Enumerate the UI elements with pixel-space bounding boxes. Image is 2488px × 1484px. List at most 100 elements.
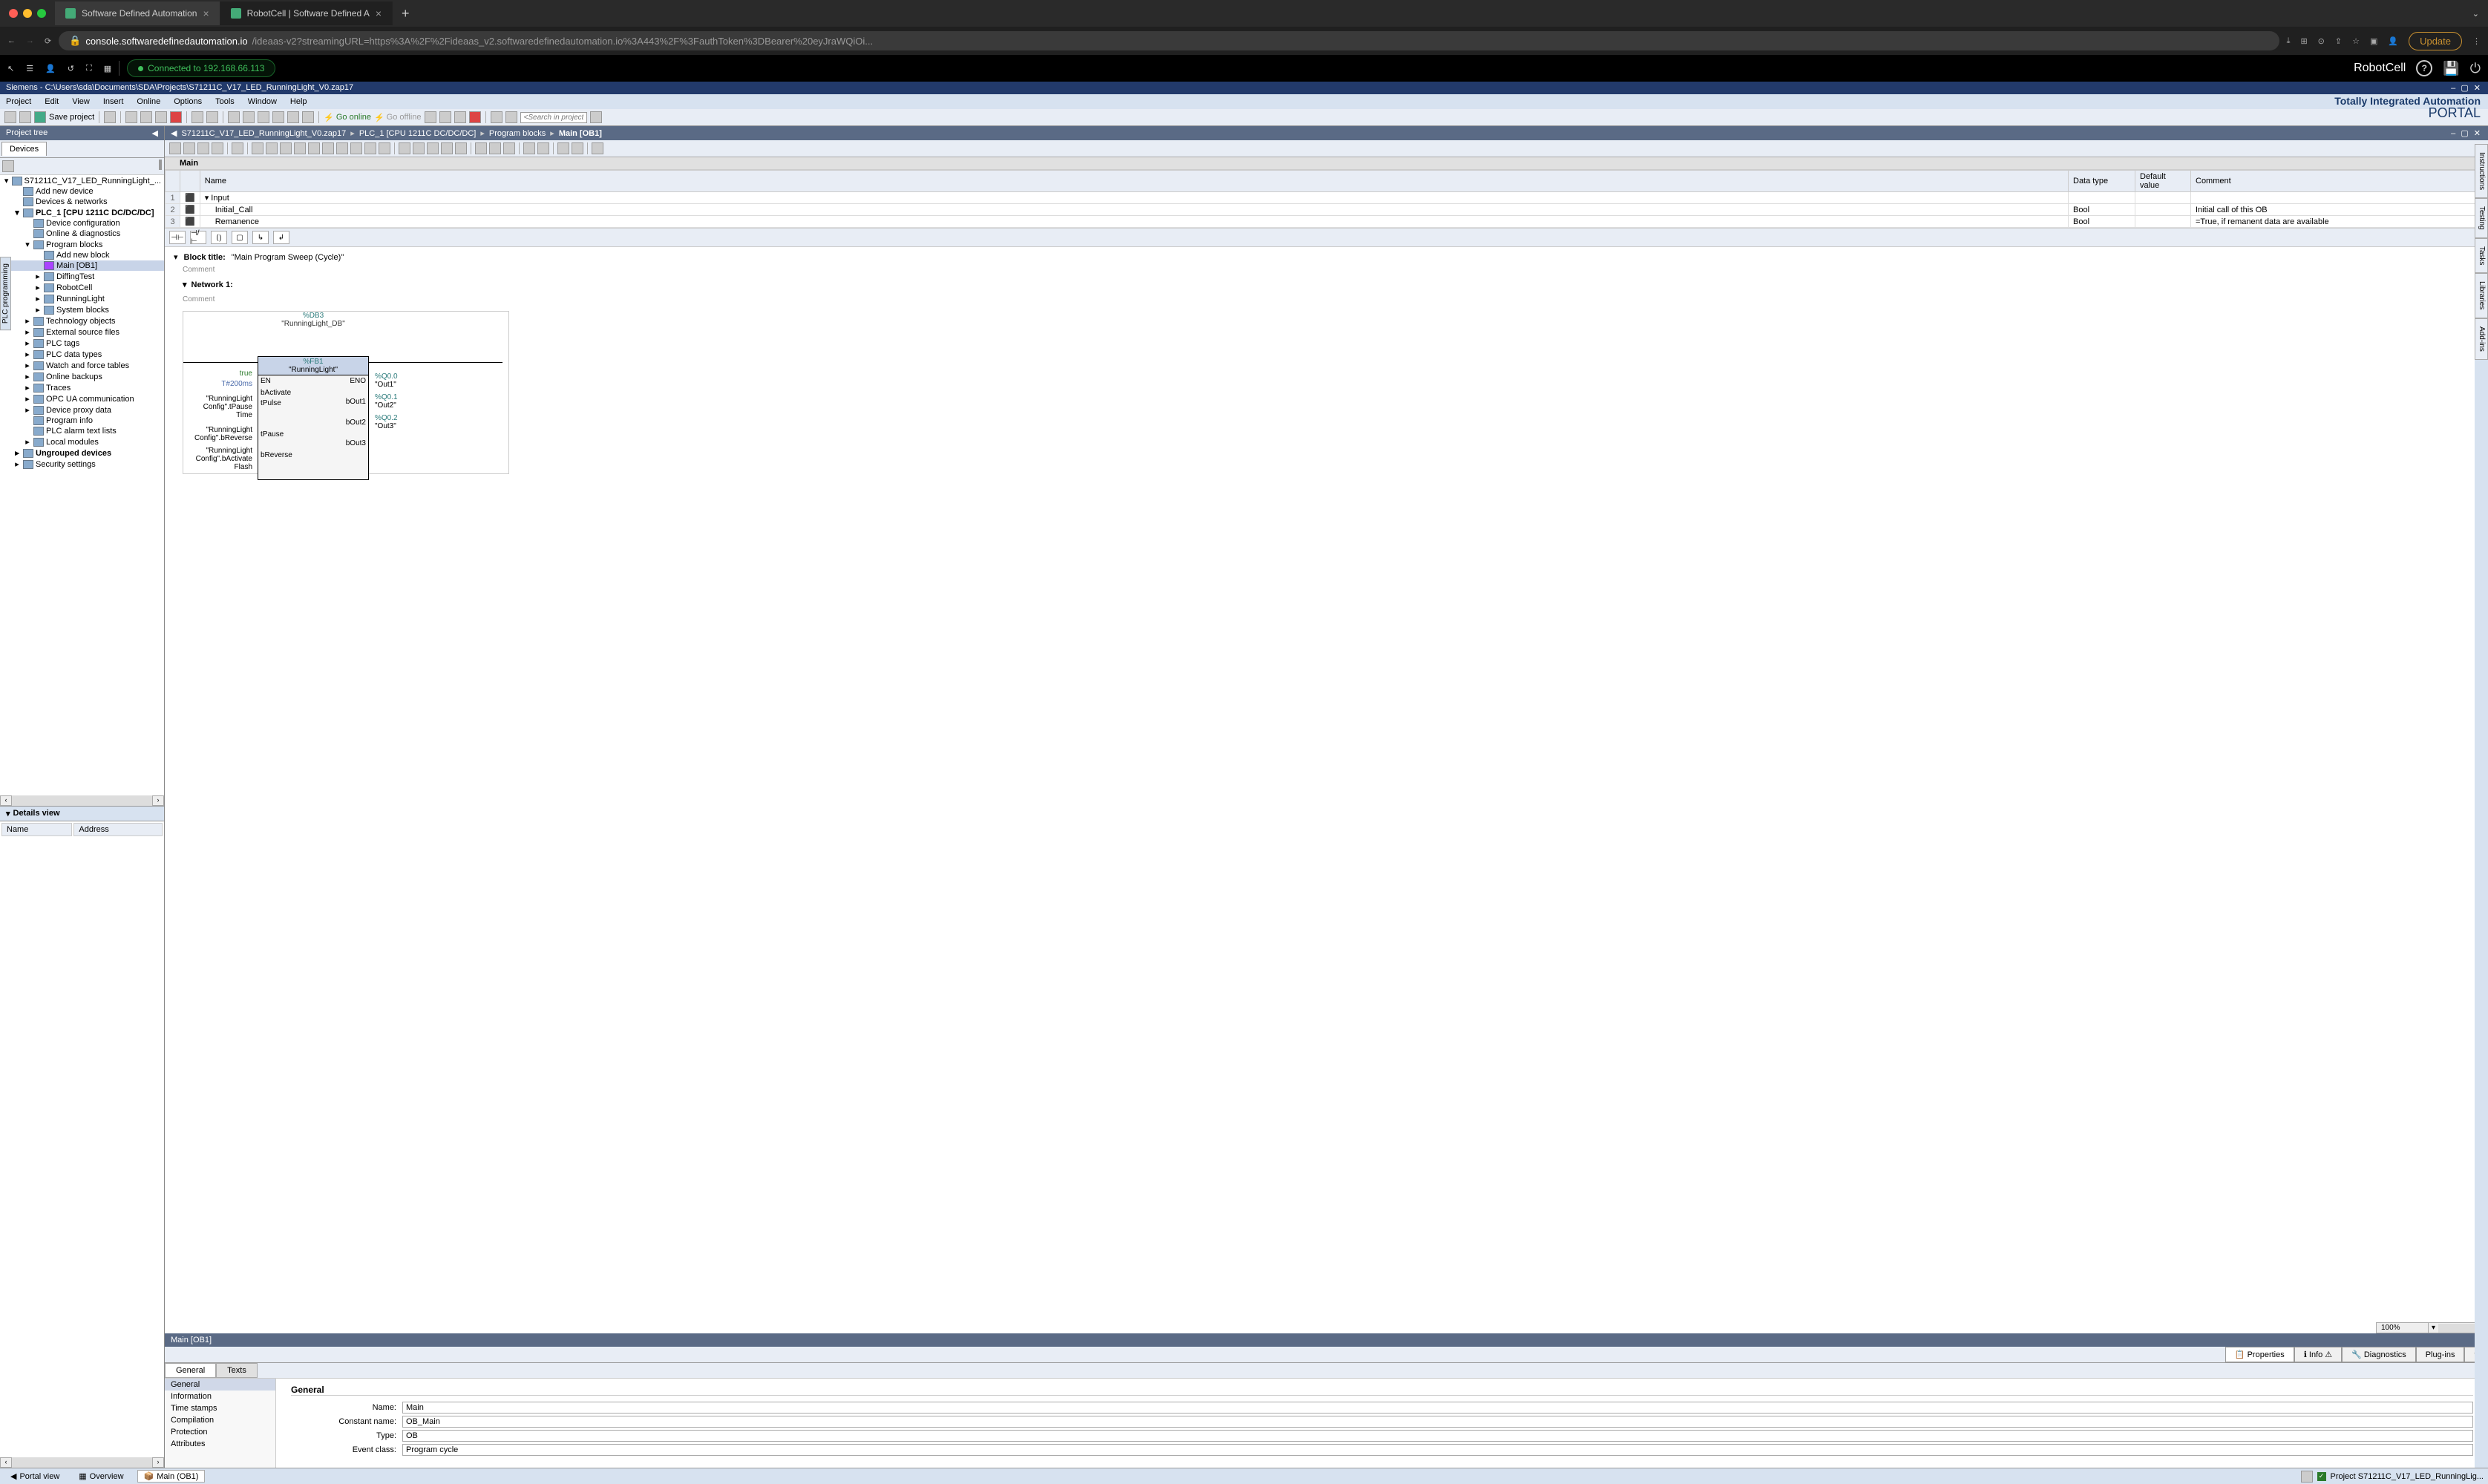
tree-item[interactable]: ▾PLC_1 [CPU 1211C DC/DC/DC] — [0, 207, 164, 218]
details-view-header[interactable]: ▾Details view — [0, 806, 164, 821]
go-online-button[interactable]: ⚡Go online — [324, 113, 371, 122]
editor-tb-icon[interactable] — [592, 142, 603, 154]
editor-tb-icon[interactable] — [232, 142, 243, 154]
tree-item[interactable]: ▸PLC data types — [0, 349, 164, 360]
tree-item[interactable]: ▸External source files — [0, 326, 164, 338]
print-icon[interactable] — [104, 111, 116, 123]
list-icon[interactable]: ☰ — [26, 64, 33, 73]
tree-item[interactable]: PLC alarm text lists — [0, 426, 164, 436]
nc-contact-icon[interactable]: ⊣/⊢ — [190, 231, 206, 244]
breadcrumb-item[interactable]: Program blocks — [489, 129, 546, 138]
editor-tb-icon[interactable] — [441, 142, 453, 154]
editor-tb-icon[interactable] — [413, 142, 425, 154]
open-project-icon[interactable] — [19, 111, 31, 123]
close-window[interactable] — [9, 9, 18, 18]
tree-item[interactable]: ▸Traces — [0, 382, 164, 393]
sidebar-information[interactable]: Information — [165, 1391, 275, 1402]
col-name[interactable]: Name — [1, 823, 72, 836]
editor-tb-icon[interactable] — [537, 142, 549, 154]
network-comment[interactable]: Comment — [168, 294, 2485, 305]
tree-item[interactable]: ▸Technology objects — [0, 315, 164, 326]
tab-properties[interactable]: 📋 Properties — [2225, 1347, 2294, 1362]
subtab-general[interactable]: General — [165, 1363, 216, 1378]
person-icon[interactable]: 👤 — [45, 64, 56, 73]
editor-tb-icon[interactable] — [572, 142, 583, 154]
editor-tb-icon[interactable] — [169, 142, 181, 154]
tab-diagnostics[interactable]: 🔧 Diagnostics — [2342, 1347, 2416, 1362]
editor-tb-icon[interactable] — [336, 142, 348, 154]
tb-icon[interactable] — [425, 111, 436, 123]
editor-tb-icon[interactable] — [427, 142, 439, 154]
tree-icon[interactable] — [2, 160, 14, 172]
browser-tab-1[interactable]: Software Defined Automation × — [55, 1, 220, 25]
prop-input[interactable] — [402, 1430, 2473, 1442]
grid-icon[interactable]: ▦ — [104, 64, 111, 73]
cut-icon[interactable] — [125, 111, 137, 123]
details-hscroll[interactable]: ‹› — [0, 1457, 164, 1468]
editor-tb-icon[interactable] — [308, 142, 320, 154]
editor-tb-icon[interactable] — [322, 142, 334, 154]
tia-window-controls[interactable]: – ▢ ✕ — [2451, 83, 2482, 93]
extension-icon[interactable]: ⊞ — [2300, 36, 2307, 46]
col-name[interactable]: Name — [200, 171, 2068, 192]
interface-row[interactable]: 1⬛▾ Input — [166, 192, 2488, 204]
editor-tb-icon[interactable] — [266, 142, 278, 154]
editor-tb-icon[interactable] — [475, 142, 487, 154]
upload-icon[interactable] — [258, 111, 269, 123]
tree-item[interactable]: ▸RobotCell — [0, 282, 164, 293]
tab-instructions[interactable]: Instructions — [2475, 144, 2488, 198]
editor-tb-icon[interactable] — [503, 142, 515, 154]
sidebar-protection[interactable]: Protection — [165, 1426, 275, 1438]
editor-tb-icon[interactable] — [183, 142, 195, 154]
close-tab-icon[interactable]: × — [376, 7, 382, 19]
save-project-button[interactable]: Save project — [49, 113, 94, 122]
col-default[interactable]: Default value — [2135, 171, 2191, 192]
sidebar-attributes[interactable]: Attributes — [165, 1438, 275, 1450]
prop-input[interactable] — [402, 1416, 2473, 1428]
tab-libraries[interactable]: Libraries — [2475, 273, 2488, 318]
menu-options[interactable]: Options — [168, 96, 208, 108]
tb-icon[interactable] — [439, 111, 451, 123]
search-icon[interactable]: ⊙ — [2318, 36, 2325, 46]
tree-item[interactable]: ▸RunningLight — [0, 293, 164, 304]
history-icon[interactable]: ↺ — [68, 64, 74, 73]
zoom-dropdown-icon[interactable]: ▾ — [2429, 1324, 2438, 1332]
editor-tb-icon[interactable] — [212, 142, 223, 154]
subtab-texts[interactable]: Texts — [216, 1363, 258, 1378]
col-address[interactable]: Address — [73, 823, 163, 836]
editor-tb-icon[interactable] — [252, 142, 263, 154]
editor-tb-icon[interactable] — [350, 142, 362, 154]
tb-icon[interactable] — [505, 111, 517, 123]
tree-item[interactable]: ▸Device proxy data — [0, 404, 164, 416]
panel-icon[interactable]: ▣ — [2370, 36, 2377, 46]
editor-tb-icon[interactable] — [523, 142, 535, 154]
save-icon[interactable] — [34, 111, 46, 123]
collapse-arrow-icon[interactable]: ▾ — [174, 252, 178, 262]
editor-window-controls[interactable]: – ▢ ✕ — [2451, 128, 2482, 138]
breadcrumb-back[interactable]: ◀ — [171, 128, 177, 138]
copy-icon[interactable] — [140, 111, 152, 123]
interface-row[interactable]: 3⬛ RemanenceBool=True, if remanent data … — [166, 216, 2488, 228]
tab-tasks[interactable]: Tasks — [2475, 238, 2488, 274]
forward-icon[interactable]: → — [26, 36, 34, 46]
tb-icon[interactable] — [302, 111, 314, 123]
tree-view-icon[interactable] — [160, 160, 162, 170]
editor-tb-icon[interactable] — [197, 142, 209, 154]
share-icon[interactable]: ⇪ — [2335, 36, 2342, 46]
editor-tb-icon[interactable] — [280, 142, 292, 154]
overview-button[interactable]: ▦ Overview — [73, 1471, 129, 1482]
tree-item[interactable]: ▸Local modules — [0, 436, 164, 447]
editor-tb-icon[interactable] — [455, 142, 467, 154]
tree-item[interactable]: ▸Watch and force tables — [0, 360, 164, 371]
tree-item[interactable]: ▾Program blocks — [0, 239, 164, 250]
tree-item[interactable]: ▸OPC UA communication — [0, 393, 164, 404]
update-button[interactable]: Update — [2409, 32, 2462, 50]
go-offline-button[interactable]: ⚡Go offline — [374, 113, 422, 122]
tree-item[interactable]: ▸System blocks — [0, 304, 164, 315]
tree-item[interactable]: ▾S71211C_V17_LED_RunningLight_... — [0, 175, 164, 186]
menu-project[interactable]: Project — [0, 96, 37, 108]
compile-icon[interactable] — [228, 111, 240, 123]
maximize-window[interactable] — [37, 9, 46, 18]
tab-info[interactable]: ℹ Info ⚠ — [2294, 1347, 2342, 1362]
menu-help[interactable]: Help — [284, 96, 313, 108]
